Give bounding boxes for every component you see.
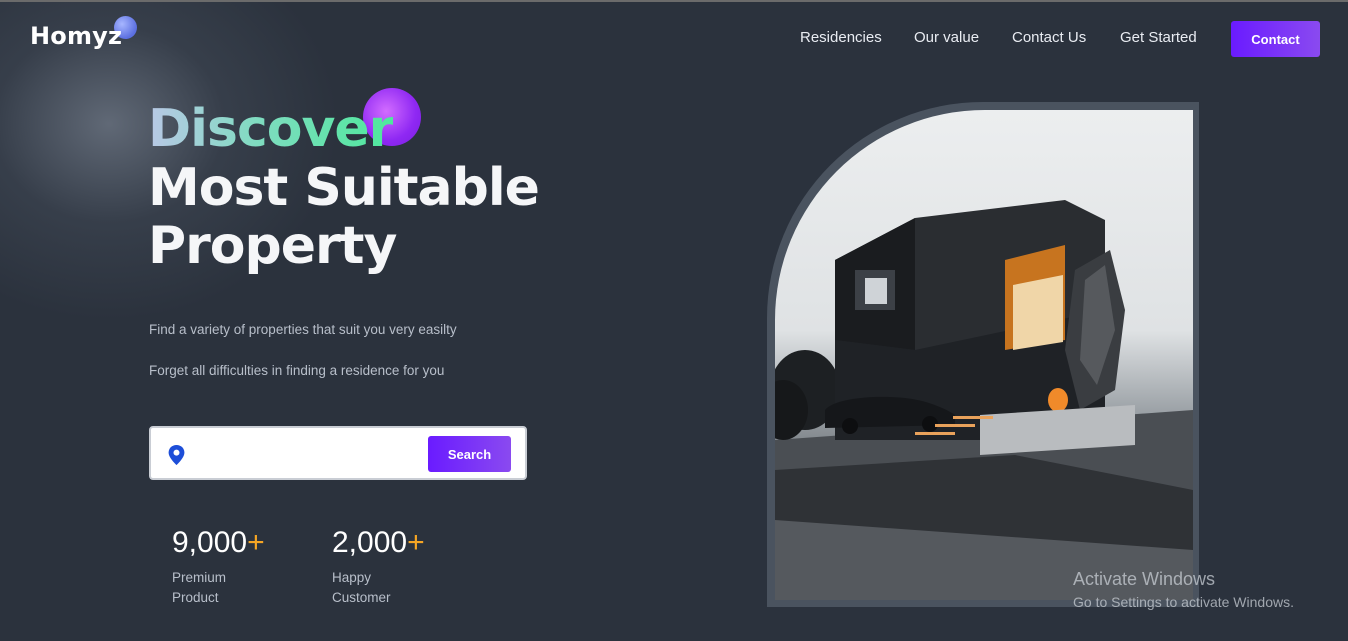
location-pin-icon	[168, 445, 185, 465]
hero-property-image	[775, 110, 1193, 600]
stat-label-line1: Happy	[332, 570, 372, 585]
search-input[interactable]	[197, 438, 417, 470]
hero-description-2: Forget all difficulties in finding a res…	[149, 363, 445, 378]
search-bar: Search	[149, 426, 527, 480]
search-button[interactable]: Search	[428, 436, 511, 472]
logo[interactable]: Homyz	[30, 22, 122, 50]
homepage: Homyz Residencies Our value Contact Us G…	[0, 2, 1348, 641]
hero-description-1: Find a variety of properties that suit y…	[149, 322, 457, 337]
hero-title-line3: Property	[148, 216, 397, 276]
nav-link-residencies[interactable]: Residencies	[800, 29, 882, 46]
activate-windows-title: Activate Windows	[1073, 569, 1216, 589]
modern-house-illustration	[775, 200, 1193, 600]
stat-label-line2: Product	[172, 590, 219, 605]
stat-plus: +	[407, 526, 425, 559]
stat-premium-product: 9,000 + Premium Product	[172, 526, 265, 608]
stat-happy-customer: 2,000 + Happy Customer	[332, 526, 425, 608]
contact-button[interactable]: Contact	[1231, 21, 1320, 57]
nav-link-get-started[interactable]: Get Started	[1120, 29, 1197, 46]
nav-link-our-value[interactable]: Our value	[914, 29, 979, 46]
hero-title-discover: Discover	[148, 99, 394, 159]
stat-label: Premium Product	[172, 568, 262, 608]
stat-label-line2: Customer	[332, 590, 391, 605]
activate-windows-subtitle: Go to Settings to activate Windows.	[1073, 594, 1294, 610]
nav-link-contact-us[interactable]: Contact Us	[1012, 29, 1086, 46]
stat-label: Happy Customer	[332, 568, 422, 608]
stat-label-line1: Premium	[172, 570, 227, 585]
stat-plus: +	[247, 526, 265, 559]
stat-number: 2,000	[332, 526, 408, 559]
hero-title-line2: Most Suitable	[148, 158, 540, 218]
stat-number: 9,000	[172, 526, 248, 559]
stat-value: 9,000 +	[172, 526, 265, 560]
stat-value: 2,000 +	[332, 526, 425, 560]
